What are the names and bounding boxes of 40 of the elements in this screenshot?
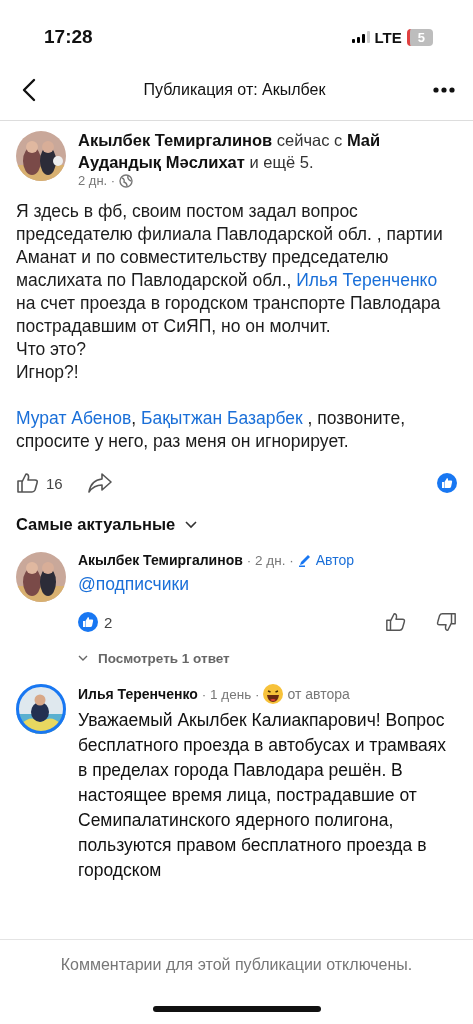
- profile-link[interactable]: Бақытжан Базарбек: [140, 408, 303, 428]
- like-icon[interactable]: [16, 471, 40, 495]
- author-label: Автор: [315, 552, 354, 568]
- post-text: Я здесь в фб, своим постом задал вопрос председателю филиала Павлодарской обл. , партии Аманат и по совместительству председателю маслихата по Павлодарской обл., Илья Теренченко на счет проезда в городском транспорте Павлодара пострадавшим от СиЯП, но он молчит.: [16, 200, 444, 338]
- sort-dropdown[interactable]: Самые актуальные: [16, 515, 176, 534]
- profile-link[interactable]: Мурат Абенов: [16, 408, 132, 428]
- like-icon[interactable]: [385, 611, 407, 633]
- battery-level: 5: [406, 28, 433, 46]
- signal-icon: [351, 31, 370, 43]
- like-count: 2: [104, 613, 113, 631]
- comment-author[interactable]: Илья Теренченко: [78, 686, 198, 702]
- comment-text: Уважаемый Акылбек Калиакпарович! Вопрос бесплатного проезда в автобусах и трамваях в пределах города Павлодара решён. В настоящее время лица, пострадавшие от Семипалатинского ядерного полигона, пользуются правом бесплатного проезда в городском: [78, 709, 447, 882]
- post-text: Игнор?!: [16, 361, 80, 384]
- laughing-emoji-icon: [263, 684, 284, 704]
- page-title: Публикация от: Акылбек: [143, 81, 326, 99]
- comment-time: · 2 дн. ·: [246, 552, 294, 568]
- comment-text: @подписчики: [78, 573, 190, 596]
- comments-disabled-notice: Комментарии для этой публикации отключены.: [60, 956, 413, 973]
- like-count: 16: [46, 474, 63, 492]
- view-replies-link[interactable]: Посмотреть 1 ответ: [98, 651, 230, 666]
- chevron-down-icon[interactable]: [78, 655, 88, 662]
- profile-link[interactable]: Илья Теренченко: [296, 270, 438, 290]
- share-icon[interactable]: [86, 472, 113, 494]
- like-reaction-icon: [78, 612, 98, 632]
- comment-author[interactable]: Акылбек Темиргалинов: [78, 552, 243, 568]
- back-icon[interactable]: [22, 78, 36, 102]
- chevron-down-icon[interactable]: [185, 520, 198, 529]
- network-label: LTE: [374, 28, 402, 46]
- post-text: Мурат Абенов, Бақытжан Базарбек , позвоните, спросите у него, раз меня он игнорирует.: [16, 407, 406, 453]
- pencil-icon: [297, 553, 312, 567]
- author-label: от автора: [287, 686, 350, 702]
- like-reaction-icon: [437, 473, 457, 493]
- post-time: 2 дн. ·: [78, 173, 116, 188]
- post-text: Что это?: [16, 338, 87, 361]
- dislike-icon[interactable]: [435, 611, 457, 633]
- post-header: Акылбек Темиргалинов сейчас с Май Аудандық Мәслихат и ещё 5.: [78, 130, 382, 173]
- more-icon[interactable]: [433, 87, 455, 93]
- comment-time: · 1 день ·: [201, 686, 260, 702]
- globe-icon: [119, 173, 134, 188]
- status-time: 17:28: [44, 26, 93, 48]
